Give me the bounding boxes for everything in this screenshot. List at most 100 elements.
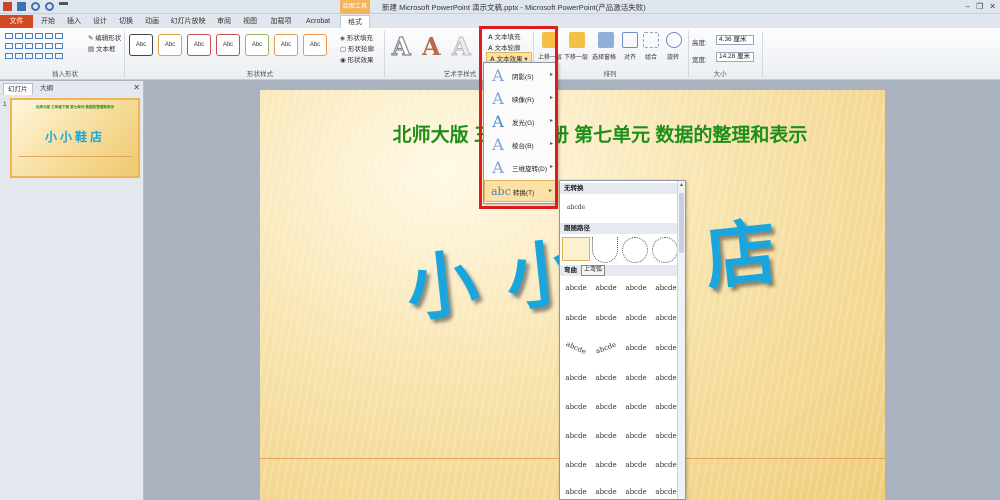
warp-option[interactable]: abcde bbox=[592, 425, 620, 447]
warp-option[interactable]: abcde bbox=[622, 396, 650, 418]
tab-insert[interactable]: 插入 bbox=[62, 15, 86, 28]
minimize-icon[interactable]: – bbox=[966, 2, 970, 11]
warp-option[interactable]: abcde bbox=[562, 425, 590, 447]
warp-option[interactable]: abcde bbox=[592, 454, 620, 476]
tab-review[interactable]: 审阅 bbox=[212, 15, 236, 28]
warp-option[interactable]: abcde bbox=[560, 332, 593, 364]
slide-thumbnail[interactable]: 北师大版 三年级下册 第七单元 数据的整理和表示 小小鞋店 bbox=[10, 98, 140, 178]
shape-style-7[interactable]: Abc bbox=[303, 34, 327, 56]
transform-submenu: 无转换 abcde 跟随路径 弯曲 abcde abcde abcde abcd… bbox=[559, 180, 686, 500]
window-controls: – ❐ ✕ bbox=[966, 2, 996, 11]
warp-option[interactable]: abcde bbox=[592, 396, 620, 418]
selection-pane-label[interactable]: 选择窗格 bbox=[592, 52, 616, 61]
path-circle[interactable] bbox=[622, 237, 648, 263]
tab-slides[interactable]: 幻灯片 bbox=[3, 83, 33, 95]
warp-option[interactable]: abcde bbox=[562, 277, 590, 299]
warp-option[interactable]: abcde bbox=[622, 367, 650, 389]
restore-icon[interactable]: ❐ bbox=[976, 2, 983, 11]
tab-addins[interactable]: 加载项 bbox=[266, 15, 296, 28]
save-icon[interactable] bbox=[17, 2, 26, 11]
warp-option[interactable]: abcde bbox=[652, 425, 680, 447]
shape-style-6[interactable]: Abc bbox=[274, 34, 298, 56]
shape-outline-button[interactable]: ▢ 形状轮廓 bbox=[340, 43, 374, 53]
slide-title[interactable]: 北师大版 三年级下册 第七单元 数据的整理和表示 bbox=[260, 120, 885, 147]
shape-style-3[interactable]: Abc bbox=[187, 34, 211, 56]
path-arch-up[interactable] bbox=[562, 237, 590, 261]
tab-outline[interactable]: 大纲 bbox=[36, 83, 57, 95]
tab-view[interactable]: 视图 bbox=[238, 15, 262, 28]
warp-option[interactable]: abcde bbox=[622, 277, 650, 299]
group-label[interactable]: 组合 bbox=[645, 52, 657, 61]
tab-home[interactable]: 开始 bbox=[36, 15, 60, 28]
warp-option[interactable]: abcde bbox=[622, 307, 650, 329]
warp-option[interactable]: abcde bbox=[652, 481, 680, 499]
width-input[interactable]: 14.28 厘米 bbox=[716, 52, 754, 62]
warp-option[interactable]: abcde bbox=[562, 367, 590, 389]
warp-option[interactable]: abcde bbox=[652, 396, 680, 418]
wordart-style-1[interactable]: A bbox=[391, 31, 411, 61]
send-backward-icon[interactable] bbox=[569, 32, 585, 48]
follow-path-header: 跟随路径 bbox=[560, 223, 678, 234]
warp-option[interactable]: abcde bbox=[589, 333, 623, 363]
warp-option[interactable]: abcde bbox=[622, 337, 650, 359]
submenu-scrollbar[interactable]: ▲ bbox=[677, 181, 685, 499]
shape-style-1[interactable]: Abc bbox=[129, 34, 153, 56]
scrollbar-thumb[interactable] bbox=[679, 193, 684, 253]
selection-pane-icon[interactable] bbox=[598, 32, 614, 48]
warp-option[interactable]: abcde bbox=[562, 307, 590, 329]
warp-option[interactable]: abcde bbox=[622, 425, 650, 447]
tab-file[interactable]: 文件 bbox=[0, 15, 33, 28]
path-arch-down[interactable] bbox=[592, 237, 618, 263]
no-transform-option[interactable]: abcde bbox=[562, 197, 590, 219]
warp-option[interactable]: abcde bbox=[562, 396, 590, 418]
align-label[interactable]: 对齐 bbox=[624, 52, 636, 61]
warp-option[interactable]: abcde bbox=[592, 481, 620, 499]
wordart-style-2[interactable]: A bbox=[422, 32, 441, 61]
group-icon[interactable] bbox=[643, 32, 659, 48]
pane-close-icon[interactable]: ✕ bbox=[133, 83, 140, 92]
rotate-label[interactable]: 旋转 bbox=[667, 52, 679, 61]
shape-effects-button[interactable]: ◉ 形状效果 bbox=[340, 54, 373, 64]
warp-option[interactable]: abcde bbox=[652, 277, 680, 299]
text-box-button[interactable]: ▤ 文本框 bbox=[88, 43, 115, 53]
warp-option[interactable]: abcde bbox=[592, 307, 620, 329]
tab-animations[interactable]: 动画 bbox=[140, 15, 164, 28]
warp-option[interactable]: abcde bbox=[652, 367, 680, 389]
height-input[interactable]: 4.36 厘米 bbox=[716, 35, 754, 45]
shape-style-5[interactable]: Abc bbox=[245, 34, 269, 56]
warp-option[interactable]: abcde bbox=[592, 367, 620, 389]
warp-option[interactable]: abcde bbox=[592, 277, 620, 299]
warp-header: 弯曲 bbox=[560, 265, 678, 276]
no-transform-header: 无转换 bbox=[560, 183, 678, 194]
warp-option[interactable]: abcde bbox=[562, 454, 590, 476]
tab-format[interactable]: 格式 bbox=[340, 15, 370, 28]
close-icon[interactable]: ✕ bbox=[989, 2, 996, 11]
undo-icon[interactable] bbox=[31, 2, 40, 11]
edit-shape-button[interactable]: ✎ 编辑形状 bbox=[88, 32, 121, 42]
warp-option[interactable]: abcde bbox=[622, 454, 650, 476]
shape-gallery[interactable] bbox=[4, 32, 84, 60]
customize-qat-icon[interactable] bbox=[59, 2, 68, 11]
warp-option[interactable]: abcde bbox=[562, 481, 590, 499]
path-button[interactable] bbox=[652, 237, 678, 263]
wordart-style-3[interactable]: A bbox=[452, 32, 472, 62]
align-icon[interactable] bbox=[622, 32, 638, 48]
size-group-label: 大小 bbox=[713, 71, 727, 78]
tab-design[interactable]: 设计 bbox=[88, 15, 112, 28]
shape-style-2[interactable]: Abc bbox=[158, 34, 182, 56]
shape-style-4[interactable]: Abc bbox=[216, 34, 240, 56]
app-icon[interactable] bbox=[3, 2, 12, 11]
rotate-icon[interactable] bbox=[666, 32, 682, 48]
send-backward-label[interactable]: 下移一层 bbox=[564, 52, 588, 61]
tab-acrobat[interactable]: Acrobat bbox=[300, 15, 336, 28]
scroll-up-icon[interactable]: ▲ bbox=[679, 182, 684, 188]
warp-option[interactable]: abcde bbox=[652, 307, 680, 329]
highlight-annotation-box bbox=[479, 26, 558, 209]
warp-option[interactable]: abcde bbox=[652, 337, 680, 359]
tab-transitions[interactable]: 切换 bbox=[114, 15, 138, 28]
shape-fill-button[interactable]: ◈ 形状填充 bbox=[340, 32, 373, 42]
tab-slideshow[interactable]: 幻灯片放映 bbox=[168, 15, 208, 28]
warp-option[interactable]: abcde bbox=[622, 481, 650, 499]
redo-icon[interactable] bbox=[45, 2, 54, 11]
warp-option[interactable]: abcde bbox=[652, 454, 680, 476]
